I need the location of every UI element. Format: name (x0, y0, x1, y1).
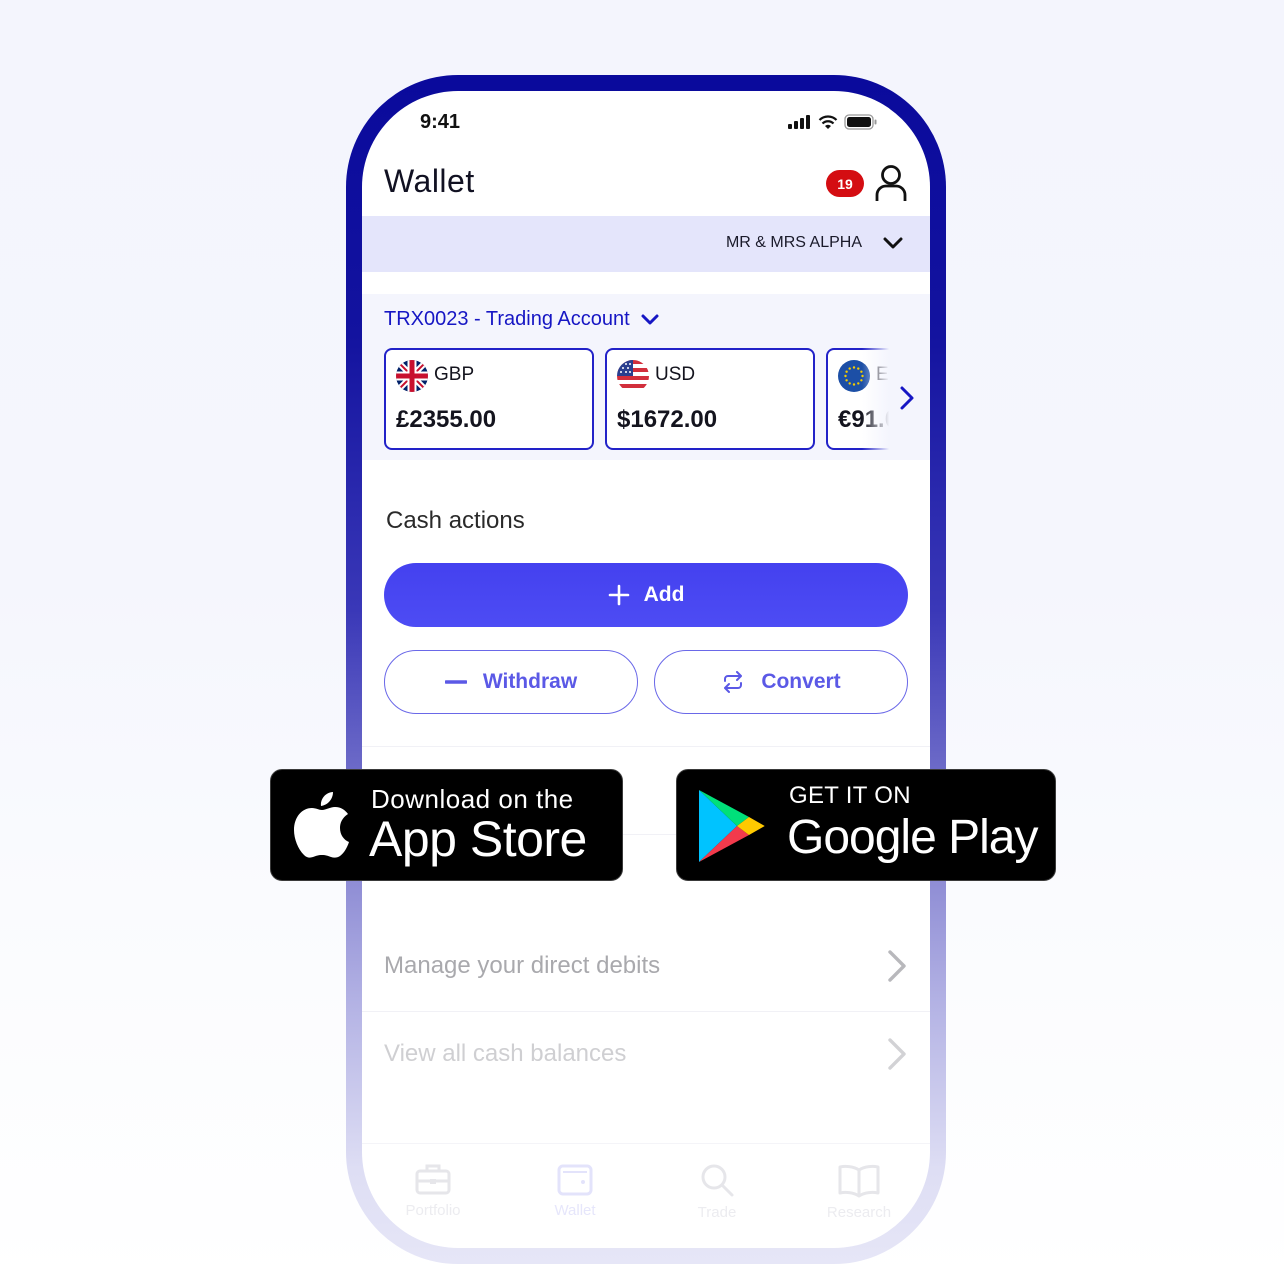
app-store-badge[interactable]: Download on the App Store (270, 769, 623, 881)
google-play-icon (699, 790, 765, 862)
add-label: Add (643, 583, 685, 606)
withdraw-button[interactable]: Withdraw (384, 650, 638, 714)
carousel-fade (862, 348, 930, 460)
status-icons (788, 113, 882, 131)
balance-card-usd[interactable]: USD $1672.00 (605, 348, 815, 450)
list-item-label: Manage your direct debits (384, 952, 661, 979)
chevron-right-icon (888, 1038, 906, 1070)
google-play-line1: GET IT ON (789, 782, 911, 809)
divider (362, 746, 930, 747)
apple-icon (294, 792, 349, 858)
convert-button[interactable]: Convert (654, 650, 908, 714)
book-icon (838, 1164, 880, 1198)
user-icon[interactable] (874, 165, 908, 203)
google-play-line2: Google Play (787, 811, 1038, 864)
convert-icon (724, 671, 743, 693)
cash-actions-title: Cash actions (386, 507, 525, 534)
wallet-icon (557, 1164, 593, 1196)
google-play-badge[interactable]: GET IT ON Google Play (676, 769, 1056, 881)
status-time: 9:41 (420, 111, 461, 133)
tab-label: Research (826, 1204, 892, 1221)
tab-wallet[interactable]: Wallet (520, 1162, 630, 1219)
uk-flag-icon (396, 360, 428, 392)
chevron-down-icon (883, 237, 903, 249)
app-store-line2: App Store (369, 811, 587, 867)
chevron-down-icon (641, 314, 659, 324)
tab-portfolio[interactable]: Portfolio (378, 1162, 488, 1219)
page-title: Wallet (384, 163, 475, 199)
balances-section: TRX0023 - Trading Account GBP £2355.00 U… (362, 294, 930, 460)
chevron-right-icon[interactable] (898, 385, 916, 411)
withdraw-label: Withdraw (482, 670, 578, 693)
account-selector[interactable]: MR & MRS ALPHA (362, 216, 930, 272)
briefcase-icon (415, 1164, 451, 1195)
tab-trade[interactable]: Trade (662, 1162, 772, 1221)
us-flag-icon (617, 360, 649, 392)
tab-label: Portfolio (405, 1202, 461, 1219)
currency-code: USD (655, 364, 696, 385)
add-button[interactable]: Add (384, 563, 908, 627)
signal-icon (788, 115, 810, 129)
cash-balances-link[interactable]: View all cash balances (384, 1024, 908, 1084)
currency-code: GBP (434, 364, 475, 385)
balance-amount: $1672.00 (617, 406, 718, 433)
list-item-label: View all cash balances (384, 1040, 627, 1067)
tab-label: Trade (697, 1204, 737, 1221)
account-name: MR & MRS ALPHA (725, 234, 862, 251)
minus-icon (444, 680, 467, 684)
divider (362, 1011, 930, 1012)
trading-account-selector[interactable]: TRX0023 - Trading Account (384, 308, 660, 331)
convert-label: Convert (761, 670, 841, 693)
bottom-tab-bar: Portfolio Wallet Trade Research (362, 1143, 930, 1248)
wifi-icon (818, 114, 838, 129)
balance-card-gbp[interactable]: GBP £2355.00 (384, 348, 594, 450)
search-icon (701, 1164, 734, 1197)
plus-icon (608, 584, 629, 606)
battery-icon (844, 114, 877, 130)
notification-badge[interactable]: 19 (826, 170, 864, 197)
phone-screen: 9:41 Wallet 19 MR & MRS ALPHA TRX0023 - … (362, 91, 930, 1248)
chevron-right-icon (888, 950, 906, 982)
trading-account-label: TRX0023 - Trading Account (384, 308, 630, 330)
tab-label: Wallet (554, 1202, 596, 1219)
tab-research[interactable]: Research (804, 1162, 914, 1221)
direct-debits-link[interactable]: Manage your direct debits (384, 936, 908, 996)
balance-amount: £2355.00 (396, 406, 497, 433)
